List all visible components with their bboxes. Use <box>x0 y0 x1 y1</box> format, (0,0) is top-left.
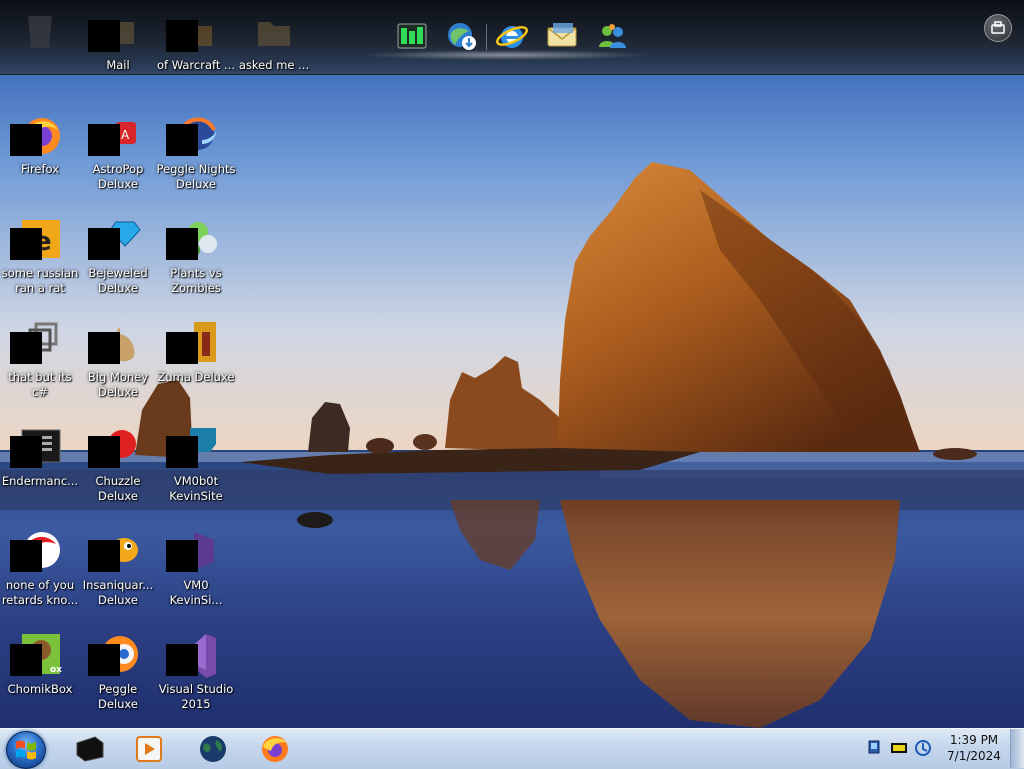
media-player-icon <box>136 736 162 762</box>
internet-explorer-icon[interactable] <box>494 18 530 54</box>
redaction-box <box>10 228 42 260</box>
redaction-box <box>88 644 120 676</box>
desktop-icon-some-russian[interactable]: e some russian ran a rat <box>0 216 80 295</box>
svg-text:A: A <box>121 128 130 142</box>
desktop-icon-label: Peggle Deluxe <box>98 682 138 711</box>
clock-date: 7/1/2024 <box>947 749 1001 763</box>
internet-download-icon[interactable] <box>444 18 480 54</box>
taskbar-clock[interactable]: 1:39 PM 7/1/2024 <box>934 732 1014 764</box>
desktop-icon-bejeweled[interactable]: Bejeweled Deluxe <box>78 216 158 295</box>
black-box-icon <box>76 736 104 762</box>
desktop-icon-label: Bejeweled Deluxe <box>88 266 148 295</box>
windows-start-icon <box>16 740 36 760</box>
globe-icon <box>200 736 226 762</box>
clock-time: 1:39 PM <box>949 733 999 747</box>
redaction-box <box>10 124 42 156</box>
desktop-icon-label: AstroPop Deluxe <box>92 162 144 191</box>
desktop-icon-recycle-bin[interactable] <box>0 8 80 58</box>
taskbar-app-media-player[interactable] <box>126 732 172 766</box>
desktop-icon-astropop[interactable]: A AstroPop Deluxe <box>78 112 158 191</box>
desktop-icon-label: of Warcraft ... <box>157 58 235 72</box>
firefox-icon <box>262 736 288 762</box>
redaction-box <box>166 644 198 676</box>
desktop-icon-label: some russian ran a rat <box>1 266 79 295</box>
desktop-icon-insaniquarium[interactable]: Insaniquar... Deluxe <box>78 528 158 607</box>
show-desktop-button[interactable] <box>1010 729 1024 768</box>
redaction-box <box>10 540 42 572</box>
redaction-box <box>166 20 198 52</box>
desktop-icon-big-money[interactable]: Big Money Deluxe <box>78 320 158 399</box>
taskbar-app-globe[interactable] <box>190 732 236 766</box>
mail-icon[interactable] <box>544 18 580 54</box>
desktop-icon-peggle-nights[interactable]: Peggle Nights Deluxe <box>156 112 236 191</box>
desktop-icon-vm0b0t[interactable]: VM0b0t KevinSite <box>156 424 236 503</box>
desktop-icon-label: Big Money Deluxe <box>87 370 149 399</box>
battery-icon[interactable] <box>890 739 908 757</box>
desktop-icon-label: VM0 KevinSi... <box>169 578 223 607</box>
redaction-box <box>88 228 120 260</box>
folder-icon <box>258 22 290 46</box>
task-manager-icon[interactable] <box>394 18 430 54</box>
desktop-icon-label: Endermanc... <box>1 474 79 488</box>
desktop-icon-vm0[interactable]: VM0 KevinSi... <box>156 528 236 607</box>
desktop-icon-label: Chuzzle Deluxe <box>95 474 141 503</box>
redaction-box <box>166 332 198 364</box>
desktop-icon-label: none of you retards kno... <box>1 578 79 607</box>
desktop-icon-visual-studio[interactable]: Visual Studio 2015 <box>156 632 236 711</box>
redaction-box <box>10 436 42 468</box>
start-button[interactable] <box>6 731 46 769</box>
desktop-icon-label: Firefox <box>20 162 60 176</box>
redaction-box <box>166 124 198 156</box>
taskbar-app-firefox[interactable] <box>252 732 298 766</box>
desktop-icon-plants-vs-zombies[interactable]: Plants vs Zombies <box>156 216 236 295</box>
desktop-icon-zuma[interactable]: Zuma Deluxe <box>156 320 236 385</box>
desktop-icon-chomikbox[interactable]: ox ChomikBox <box>0 632 80 697</box>
recycle-bin-icon <box>28 16 52 48</box>
dock-menu-icon[interactable] <box>984 14 1012 42</box>
redaction-box <box>88 332 120 364</box>
desktop-icon-label: VM0b0t KevinSite <box>169 474 223 503</box>
svg-text:ox: ox <box>50 665 62 675</box>
update-icon[interactable] <box>914 739 932 757</box>
taskbar-app-black-box[interactable] <box>66 732 112 766</box>
desktop-icon-chuzzle[interactable]: Chuzzle Deluxe <box>78 424 158 503</box>
desktop-icon-asked-me[interactable]: asked me ... <box>234 8 314 73</box>
redaction-box <box>88 436 120 468</box>
desktop-icon-label: that but its c# <box>8 370 72 399</box>
redaction-box <box>166 540 198 572</box>
redaction-box <box>88 540 120 572</box>
redaction-box <box>10 332 42 364</box>
network-icon[interactable] <box>866 739 884 757</box>
desktop-icon-that-but-csharp[interactable]: that but its c# <box>0 320 80 399</box>
desktop-icon-label: Visual Studio 2015 <box>158 682 234 711</box>
redaction-box <box>88 124 120 156</box>
dock-separator <box>486 24 487 50</box>
desktop-icon-label: Mail <box>106 58 130 72</box>
desktop-icon-label: Peggle Nights Deluxe <box>156 162 236 191</box>
desktop-icon-label: ChomikBox <box>7 682 73 696</box>
desktop-icon-none-of-you[interactable]: none of you retards kno... <box>0 528 80 607</box>
redaction-box <box>166 436 198 468</box>
desktop-icon-endermanc[interactable]: Endermanc... <box>0 424 80 489</box>
redaction-box <box>166 228 198 260</box>
messenger-icon[interactable] <box>594 18 630 54</box>
desktop-icon-label: Insaniquar... Deluxe <box>82 578 154 607</box>
desktop-icon-label: Zuma Deluxe <box>157 370 235 384</box>
redaction-box <box>10 644 42 676</box>
desktop-icon-label: asked me ... <box>238 58 310 72</box>
desktop-icon-label: Plants vs Zombies <box>170 266 222 295</box>
desktop-icon-peggle[interactable]: Peggle Deluxe <box>78 632 158 711</box>
desktop-icon-firefox[interactable]: Firefox <box>0 112 80 177</box>
redaction-box <box>88 20 120 52</box>
desktop-icon-mail[interactable]: Mail <box>78 8 158 73</box>
desktop-icon-warcraft[interactable]: of Warcraft ... <box>156 8 236 73</box>
